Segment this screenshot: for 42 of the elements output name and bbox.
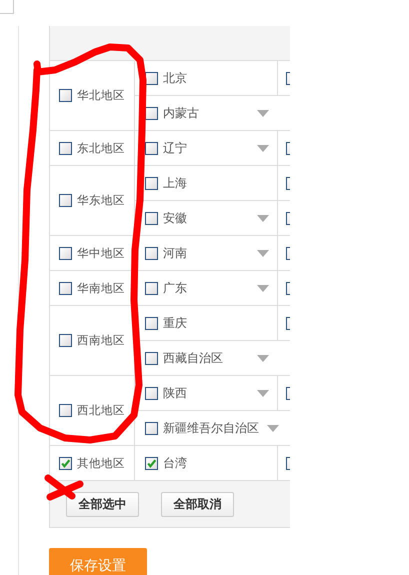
province-label: 北京: [163, 70, 187, 86]
select-button[interactable]: 全部选中: [66, 492, 139, 516]
checkbox[interactable]: [59, 194, 72, 207]
province-label: 重庆: [163, 314, 187, 332]
region-label: 华南地区: [77, 280, 125, 296]
checkbox[interactable]: [59, 282, 72, 294]
region-label: 东北地区: [77, 140, 125, 156]
checkbox[interactable]: [145, 246, 158, 260]
checkbox[interactable]: [145, 456, 158, 470]
region-label: 华东地区: [77, 193, 125, 208]
province-label: 河南: [163, 244, 187, 262]
select-button[interactable]: 全部取消: [161, 492, 234, 516]
checkbox[interactable]: [145, 422, 158, 434]
province-label: 安徽: [163, 210, 187, 226]
province-label: 上海: [163, 174, 187, 192]
province-label: 陕西: [163, 384, 187, 402]
checkbox[interactable]: [59, 334, 72, 347]
checkbox[interactable]: [59, 142, 72, 154]
province-label: 台湾: [163, 454, 187, 472]
corner-box: [0, 0, 14, 14]
checkbox[interactable]: [145, 176, 158, 190]
region-label: 其他地区: [77, 456, 125, 470]
province-label: 内蒙古: [163, 104, 199, 122]
checkbox[interactable]: [145, 106, 158, 120]
region-label: 华北地区: [77, 88, 125, 103]
province-label: 辽宁: [163, 140, 187, 156]
region-label: 华中地区: [77, 246, 125, 260]
province-label: 新疆维吾尔自治区: [163, 420, 259, 436]
province-label: 西藏自治区: [163, 350, 223, 366]
checkbox[interactable]: [145, 282, 158, 294]
checkbox[interactable]: [145, 142, 158, 154]
checkbox[interactable]: [145, 316, 158, 330]
checkbox[interactable]: [145, 212, 158, 224]
checkbox[interactable]: [145, 386, 158, 400]
checkbox[interactable]: [59, 456, 72, 470]
checkbox[interactable]: [59, 404, 72, 417]
checkbox[interactable]: [59, 246, 72, 260]
checkbox[interactable]: [145, 352, 158, 364]
checkbox[interactable]: [59, 89, 72, 102]
province-label: 广东: [163, 280, 187, 296]
region-label: 西北地区: [77, 403, 125, 418]
region-label: 西南地区: [77, 333, 125, 348]
